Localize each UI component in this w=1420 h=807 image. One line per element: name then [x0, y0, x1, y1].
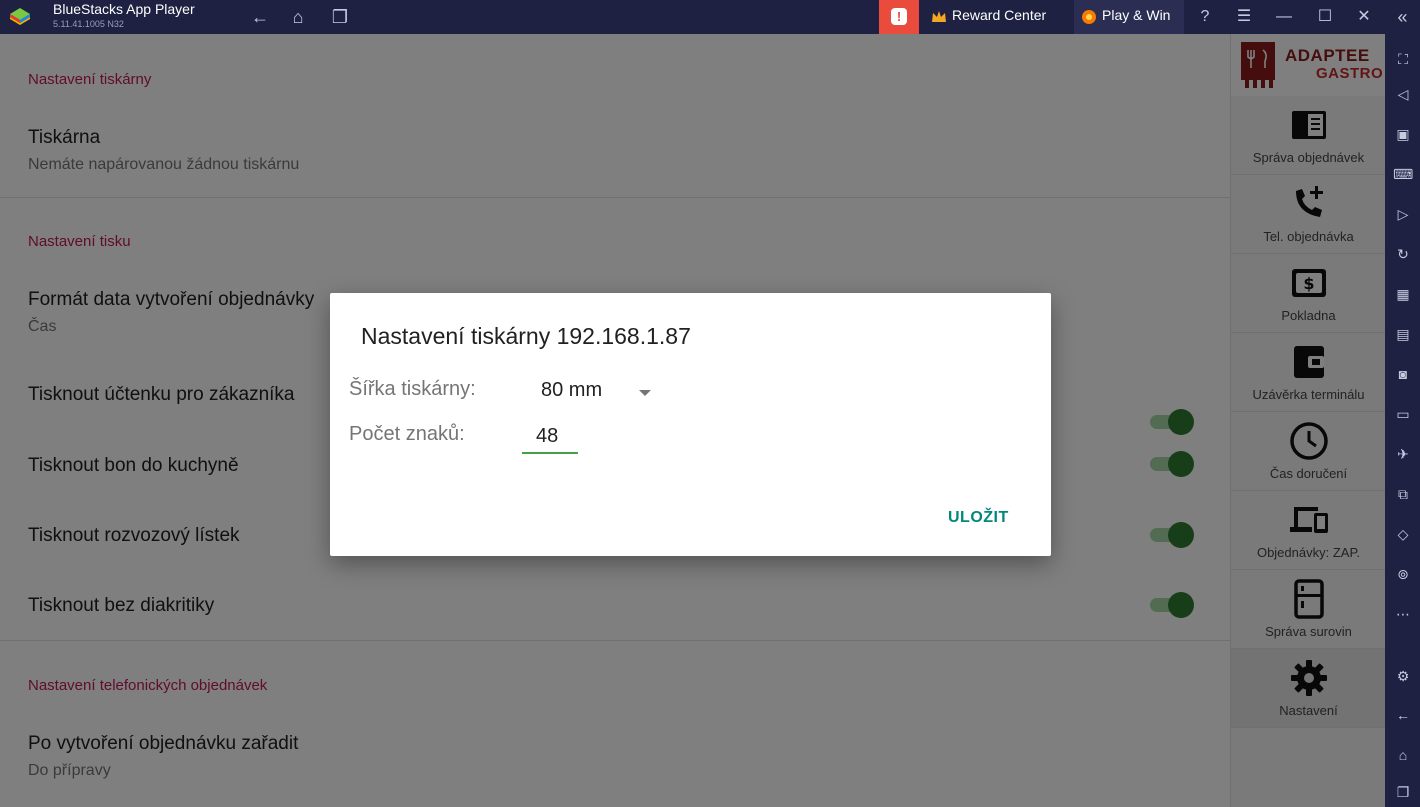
help-icon[interactable]: ? — [1193, 5, 1217, 29]
keyboard-icon[interactable]: ⌨ — [1393, 164, 1413, 184]
apk-install-icon[interactable]: ▤ — [1393, 324, 1413, 344]
reward-center-button[interactable]: Reward Center — [926, 0, 1066, 34]
settings-icon[interactable]: ⚙ — [1393, 666, 1413, 686]
printer-width-value: 80 mm — [541, 379, 603, 401]
collapse-sidebar-icon[interactable]: « — [1385, 0, 1420, 34]
reward-center-label: Reward Center — [952, 7, 1047, 23]
maximize-icon[interactable]: ☐ — [1313, 5, 1337, 29]
eco-mode-icon[interactable]: ◇ — [1393, 524, 1413, 544]
printer-settings-dialog: Nastavení tiskárny 192.168.1.87 Šířka ti… — [330, 293, 1051, 556]
multi-instance-icon[interactable]: ⧉ — [1393, 484, 1413, 504]
back-arrow-icon[interactable]: ← — [248, 5, 272, 29]
crown-icon — [932, 11, 946, 22]
play-win-label: Play & Win — [1102, 7, 1171, 23]
recent-apps-icon[interactable]: ❐ — [328, 5, 352, 29]
chevron-down-icon — [639, 390, 651, 396]
folder-icon[interactable]: ▭ — [1393, 404, 1413, 424]
close-icon[interactable]: ✕ — [1352, 5, 1376, 29]
volume-icon[interactable]: ◁ — [1393, 84, 1413, 104]
printer-width-select[interactable]: 80 mm — [541, 379, 661, 407]
coin-icon — [1082, 10, 1096, 24]
window-titlebar: BlueStacks App Player 5.11.41.1005 N32 ←… — [0, 0, 1420, 34]
performance-icon[interactable]: ▦ — [1393, 284, 1413, 304]
char-count-label: Počet znaků: — [349, 423, 465, 445]
app-title: BlueStacks App Player — [53, 1, 195, 17]
menu-icon[interactable]: ☰ — [1232, 5, 1256, 29]
home-icon[interactable]: ⌂ — [286, 5, 310, 29]
bluestacks-logo-icon — [10, 8, 30, 25]
play-win-button[interactable]: Play & Win — [1074, 0, 1184, 34]
fullscreen-icon[interactable]: ⛶ — [1393, 49, 1413, 69]
minimize-icon[interactable]: — — [1272, 5, 1296, 29]
screenshot-icon[interactable]: ◙ — [1393, 364, 1413, 384]
emulator-side-toolbar: ⛶ ◁ ▣ ⌨ ▷ ↻ ▦ ▤ ◙ ▭ ✈ ⧉ ◇ ⊚ ⋯ ⚙ ← ⌂ ❐ — [1385, 34, 1420, 807]
char-count-input[interactable] — [522, 420, 578, 454]
alert-button[interactable]: ! — [879, 0, 919, 34]
alert-icon: ! — [891, 8, 907, 25]
save-button[interactable]: ULOŽIT — [948, 509, 1009, 527]
more-icon[interactable]: ⋯ — [1393, 604, 1413, 624]
dialog-title: Nastavení tiskárny 192.168.1.87 — [361, 323, 691, 349]
location-icon[interactable]: ⊚ — [1393, 564, 1413, 584]
recent-apps-icon[interactable]: ❐ — [1393, 782, 1413, 802]
cursor-icon[interactable]: ▣ — [1393, 124, 1413, 144]
rotate-icon[interactable]: ↻ — [1393, 244, 1413, 264]
printer-width-label: Šířka tiskárny: — [349, 378, 476, 400]
app-version: 5.11.41.1005 N32 — [53, 19, 124, 29]
airplane-icon[interactable]: ✈ — [1393, 444, 1413, 464]
macro-play-icon[interactable]: ▷ — [1393, 204, 1413, 224]
back-arrow-icon[interactable]: ← — [1393, 705, 1413, 725]
home-icon[interactable]: ⌂ — [1393, 745, 1413, 765]
